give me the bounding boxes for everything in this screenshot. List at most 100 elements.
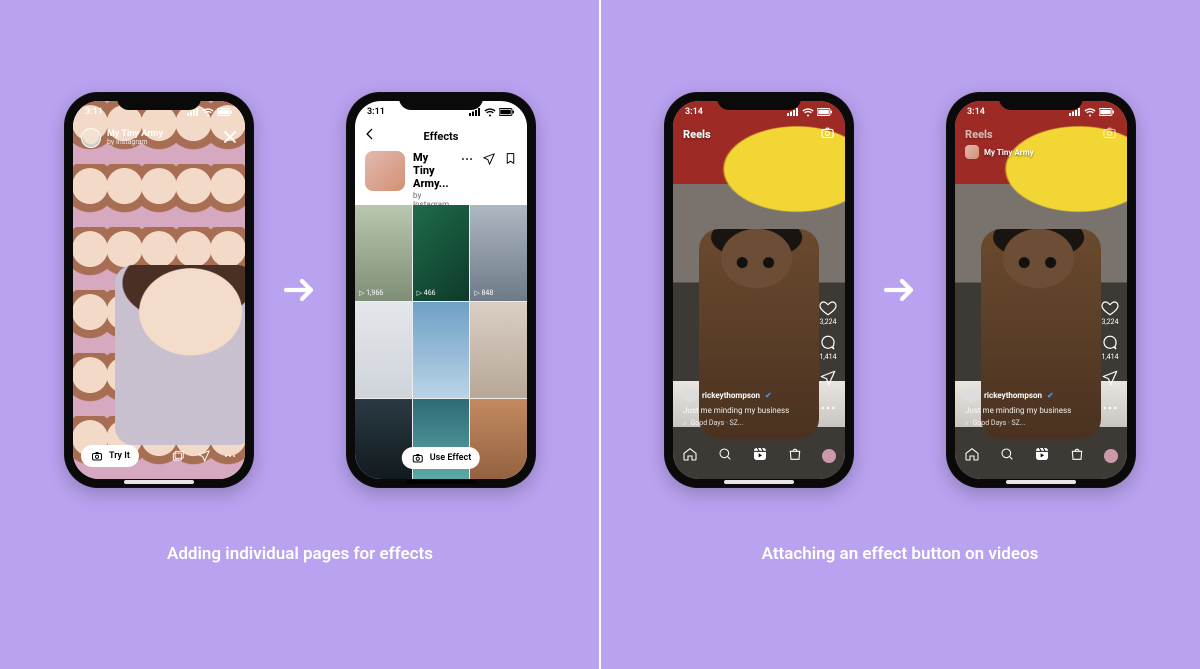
like-count: 3,224: [1101, 318, 1118, 326]
share-icon[interactable]: [1101, 369, 1119, 391]
more-icon[interactable]: [223, 449, 237, 463]
more-icon[interactable]: [1101, 399, 1119, 421]
reel-user-row[interactable]: rickeythompson ✔: [683, 388, 803, 402]
music-icon: ♪: [683, 419, 687, 427]
gallery-icon[interactable]: [171, 449, 185, 463]
page-title: Effects: [355, 123, 527, 149]
more-icon[interactable]: [819, 399, 837, 421]
wifi-icon: [1084, 108, 1096, 117]
battery-icon: [817, 108, 833, 116]
status-time: 3:14: [685, 107, 703, 117]
tile-label: ▷ 466: [417, 289, 436, 297]
shop-icon[interactable]: [1069, 446, 1085, 466]
phone-notch: [399, 92, 483, 110]
comment-count: 1,414: [1101, 353, 1118, 361]
reel-user-row[interactable]: rickeythompson ✔: [965, 388, 1085, 402]
bookmark-icon[interactable]: [504, 151, 517, 170]
right-panel: 3:14 Reels 3,224: [600, 0, 1200, 669]
effect-avatar[interactable]: [81, 128, 101, 148]
grid-tile[interactable]: [470, 302, 527, 398]
close-icon[interactable]: [223, 130, 237, 147]
username: rickeythompson: [984, 391, 1042, 400]
story-main-face: [115, 265, 245, 445]
effect-title-box[interactable]: My Tiny Army by Instagram: [107, 130, 163, 146]
phone-notch: [999, 92, 1083, 110]
use-effect-label: Use Effect: [430, 453, 471, 463]
reel-audio[interactable]: ♪ Good Days · SZ...: [965, 419, 1085, 427]
reel-caption: Just me minding my business: [965, 406, 1085, 415]
verified-icon: ✔: [765, 391, 772, 400]
try-it-button[interactable]: Try It: [81, 445, 139, 467]
battery-icon: [1099, 108, 1115, 116]
share-icon[interactable]: [197, 449, 211, 463]
left-row: 3:11 My Tiny Army by Instagram: [64, 92, 536, 488]
reel-right-rail: 3,224 1,414: [819, 299, 837, 421]
shop-icon[interactable]: [787, 446, 803, 466]
reel-header: Reels: [683, 125, 835, 143]
story-action-icons: [171, 449, 237, 463]
grid-tile[interactable]: [355, 302, 412, 398]
camera-icon[interactable]: [1102, 125, 1117, 144]
reels-icon[interactable]: [1034, 446, 1050, 466]
reel-caption: Just me minding my business: [683, 406, 803, 415]
search-icon[interactable]: [717, 446, 733, 466]
right-caption: Attaching an effect button on videos: [762, 544, 1039, 564]
phone-screen: 3:11 My Tiny Army by Instagram: [73, 101, 245, 479]
effect-thumbnail[interactable]: [365, 151, 405, 191]
status-time: 3:14: [967, 107, 985, 117]
grid-tile[interactable]: ▷ 871: [470, 399, 527, 479]
home-indicator: [124, 480, 194, 484]
home-icon[interactable]: [682, 446, 698, 466]
reel-effect-chip[interactable]: My Tiny Army: [965, 145, 1034, 159]
phone-reel-after: 3:14 Reels My Tiny Army: [946, 92, 1136, 488]
left-panel: 3:11 My Tiny Army by Instagram: [0, 0, 600, 669]
user-avatar: [965, 388, 979, 402]
profile-avatar[interactable]: [822, 449, 836, 463]
phone-screen: 3:14 Reels 3,224: [673, 101, 845, 479]
use-effect-button[interactable]: Use Effect: [402, 447, 480, 469]
share-icon[interactable]: [482, 151, 496, 170]
status-time: 3:11: [85, 107, 103, 117]
grid-tile[interactable]: ▷ 2,972: [355, 399, 412, 479]
wifi-icon: [802, 108, 814, 117]
grid-tile[interactable]: ▷ 466: [413, 205, 470, 301]
search-icon[interactable]: [999, 446, 1015, 466]
grid-tile[interactable]: ▷ 1,966: [355, 205, 412, 301]
phone-screen: 3:14 Reels My Tiny Army: [955, 101, 1127, 479]
reels-heading: Reels: [683, 128, 711, 141]
right-row: 3:14 Reels 3,224: [664, 92, 1136, 488]
phone-screen: 3:11 Effects My Tiny: [355, 101, 527, 479]
effect-chip-label: My Tiny Army: [984, 148, 1034, 157]
home-icon[interactable]: [964, 446, 980, 466]
username: rickeythompson: [702, 391, 760, 400]
battery-icon: [499, 108, 515, 116]
user-avatar: [683, 388, 697, 402]
phone-effects-page: 3:11 Effects My Tiny: [346, 92, 536, 488]
grid-tile[interactable]: [413, 302, 470, 398]
status-time: 3:11: [367, 107, 385, 117]
home-indicator: [406, 480, 476, 484]
reels-icon[interactable]: [752, 446, 768, 466]
camera-icon[interactable]: [820, 125, 835, 144]
reel-audio[interactable]: ♪ Good Days · SZ...: [683, 419, 803, 427]
reel-right-rail: 3,224 1,414: [1101, 299, 1119, 421]
arrow-icon: [280, 270, 320, 310]
tile-label: ▷ 1,966: [359, 289, 383, 297]
home-indicator: [724, 480, 794, 484]
effect-actions: [460, 151, 517, 170]
comment-button[interactable]: 1,414: [1101, 334, 1119, 361]
profile-avatar[interactable]: [1104, 449, 1118, 463]
effect-author: by Instagram: [107, 139, 163, 146]
try-it-label: Try It: [109, 451, 130, 461]
phone-notch: [117, 92, 201, 110]
like-button[interactable]: 3,224: [819, 299, 837, 326]
comment-button[interactable]: 1,414: [819, 334, 837, 361]
effect-video-grid[interactable]: ▷ 1,966 ▷ 466 ▷ 848 ▷ 2,972 ▷ 480 ▷ 871: [355, 205, 527, 479]
grid-tile[interactable]: ▷ 848: [470, 205, 527, 301]
phone-story-effect: 3:11 My Tiny Army by Instagram: [64, 92, 254, 488]
more-icon[interactable]: [460, 151, 474, 170]
like-button[interactable]: 3,224: [1101, 299, 1119, 326]
share-icon[interactable]: [819, 369, 837, 391]
bottom-nav: [955, 441, 1127, 471]
story-footer: Try It: [81, 443, 237, 469]
